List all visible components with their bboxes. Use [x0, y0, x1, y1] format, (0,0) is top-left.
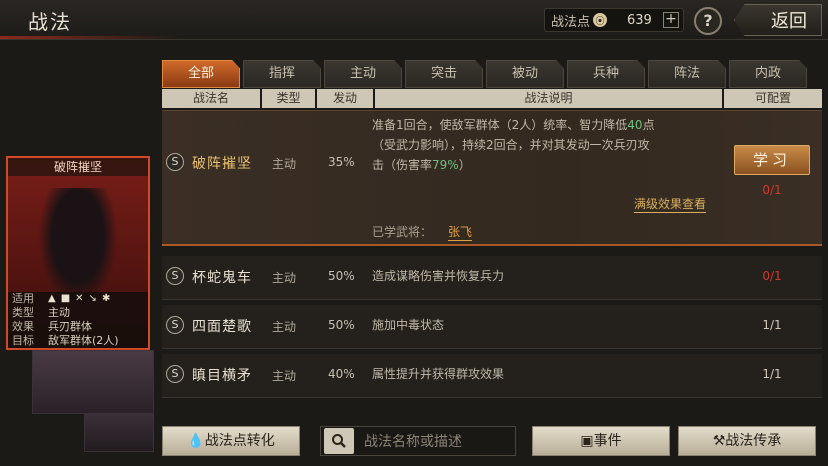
- skill-row[interactable]: S 四面楚歌 主动 50% 施加中毒状态 1/1: [162, 305, 822, 349]
- tab-formation[interactable]: 阵法: [648, 60, 726, 88]
- card-type-label: 类型: [12, 306, 34, 319]
- skill-card: 破阵摧坚 适用 ▲ ■ ✕ ↘ ✱ 类型 主动 效果 兵刃群体 目标 敌军群体(2人): [6, 156, 150, 350]
- title-decoration: [0, 36, 180, 39]
- tab-passive[interactable]: 被动: [486, 60, 564, 88]
- col-header-type: 类型: [262, 89, 315, 108]
- search-input[interactable]: 战法名称或描述: [320, 426, 516, 456]
- skill-type: 主动: [272, 369, 297, 383]
- learn-button[interactable]: 学习: [734, 145, 810, 175]
- skill-description: 造成谋略伤害并恢复兵力: [372, 269, 505, 283]
- skill-slot: 0/1: [762, 183, 782, 197]
- skill-point-coin-icon: ⦿: [593, 13, 608, 27]
- tab-command[interactable]: 指挥: [243, 60, 321, 88]
- skill-description: 施加中毒状态: [372, 318, 445, 332]
- skill-rate: 35%: [328, 155, 355, 169]
- tab-troop[interactable]: 兵种: [567, 60, 645, 88]
- top-bar: 战法 战法点 ⦿ 639 + ? 返回: [0, 0, 828, 40]
- skill-points-value: 639: [627, 12, 652, 28]
- skill-name: 杯蛇鬼车: [192, 270, 252, 286]
- skill-row-selected[interactable]: S 破阵摧坚 主动 35% 准备1回合，使敌军群体（2人）统率、智力降低40点 …: [162, 110, 822, 246]
- max-effect-link[interactable]: 满级效果查看: [634, 195, 707, 213]
- grade-s-icon: S: [166, 267, 184, 285]
- grade-s-icon: S: [166, 365, 184, 383]
- skill-rate: 40%: [328, 367, 355, 381]
- grade-s-icon: S: [166, 316, 184, 334]
- skill-name: 瞋目横矛: [192, 368, 252, 384]
- bottom-bar: 💧战法点转化 战法名称或描述 ▣事件 ⚒战法传承: [0, 422, 828, 466]
- col-header-name: 战法名: [162, 89, 260, 108]
- skill-slot: 0/1: [762, 269, 782, 283]
- skill-description: 属性提升并获得群攻效果: [372, 367, 505, 381]
- warrior-illustration: [38, 188, 118, 308]
- card-effect-value: 兵刃群体: [48, 320, 92, 333]
- skill-slot: 1/1: [762, 318, 782, 332]
- skill-card-info: 适用 ▲ ■ ✕ ↘ ✱ 类型 主动 效果 兵刃群体 目标 敌军群体(2人): [8, 292, 148, 348]
- skill-description: 准备1回合，使敌军群体（2人）统率、智力降低40点 （受武力影响），持续2回合，…: [372, 118, 655, 172]
- inherit-skill-button[interactable]: ⚒战法传承: [678, 426, 816, 456]
- tab-active[interactable]: 主动: [324, 60, 402, 88]
- search-placeholder: 战法名称或描述: [364, 434, 462, 450]
- shield-icon: ■: [60, 293, 71, 304]
- grade-s-icon: S: [166, 153, 184, 171]
- skill-type: 主动: [272, 320, 297, 334]
- search-icon: [324, 428, 354, 454]
- skill-name: 破阵摧坚: [192, 156, 252, 172]
- skill-points-box: 战法点 ⦿ 639 +: [544, 8, 684, 32]
- skill-type: 主动: [272, 271, 297, 285]
- skill-points-label: 战法点: [551, 14, 591, 30]
- tab-assault[interactable]: 突击: [405, 60, 483, 88]
- card-target-value: 敌军群体(2人): [48, 334, 119, 347]
- card-type-value: 主动: [48, 306, 70, 319]
- help-button[interactable]: ?: [694, 7, 722, 35]
- page-title: 战法: [28, 10, 72, 34]
- add-points-button[interactable]: +: [663, 12, 679, 28]
- tab-all[interactable]: 全部: [162, 60, 240, 88]
- cavalry-icon: ▲: [48, 293, 56, 304]
- troop-type-icons: ▲ ■ ✕ ↘ ✱: [48, 292, 110, 306]
- event-button[interactable]: ▣事件: [532, 426, 670, 456]
- skill-rate: 50%: [328, 318, 355, 332]
- skill-row[interactable]: S 瞋目横矛 主动 40% 属性提升并获得群攻效果 1/1: [162, 354, 822, 398]
- card-suit-label: 适用: [12, 292, 34, 305]
- tab-internal[interactable]: 内政: [729, 60, 807, 88]
- archer-icon: ✕: [75, 293, 84, 304]
- event-icon: ▣: [580, 433, 594, 449]
- category-tabs: 全部 指挥 主动 突击 被动 兵种 阵法 内政: [162, 60, 810, 88]
- skill-type: 主动: [272, 157, 297, 171]
- skill-card-title: 破阵摧坚: [8, 158, 148, 176]
- skill-rate: 50%: [328, 269, 355, 283]
- skill-slot: 1/1: [762, 367, 782, 381]
- skill-name: 四面楚歌: [192, 319, 252, 335]
- learned-generals-label: 已学武将：: [372, 225, 433, 239]
- convert-points-button[interactable]: 💧战法点转化: [162, 426, 300, 456]
- col-header-slot: 可配置: [724, 89, 822, 108]
- back-button[interactable]: 返回: [734, 4, 822, 36]
- card-effect-label: 效果: [12, 320, 34, 333]
- skill-card-stack: [32, 350, 154, 414]
- col-header-rate: 发动: [317, 89, 373, 108]
- hammer-icon: ⚒: [712, 433, 726, 449]
- siege-icon: ✱: [101, 293, 111, 304]
- drop-icon: 💧: [187, 433, 205, 449]
- column-headers: 战法名 类型 发动 战法说明 可配置: [162, 89, 824, 108]
- learned-general-link[interactable]: 张飞: [448, 223, 473, 241]
- spear-icon: ↘: [88, 293, 97, 304]
- col-header-desc: 战法说明: [375, 89, 722, 108]
- card-target-label: 目标: [12, 334, 34, 347]
- skill-row[interactable]: S 杯蛇鬼车 主动 50% 造成谋略伤害并恢复兵力 0/1: [162, 256, 822, 300]
